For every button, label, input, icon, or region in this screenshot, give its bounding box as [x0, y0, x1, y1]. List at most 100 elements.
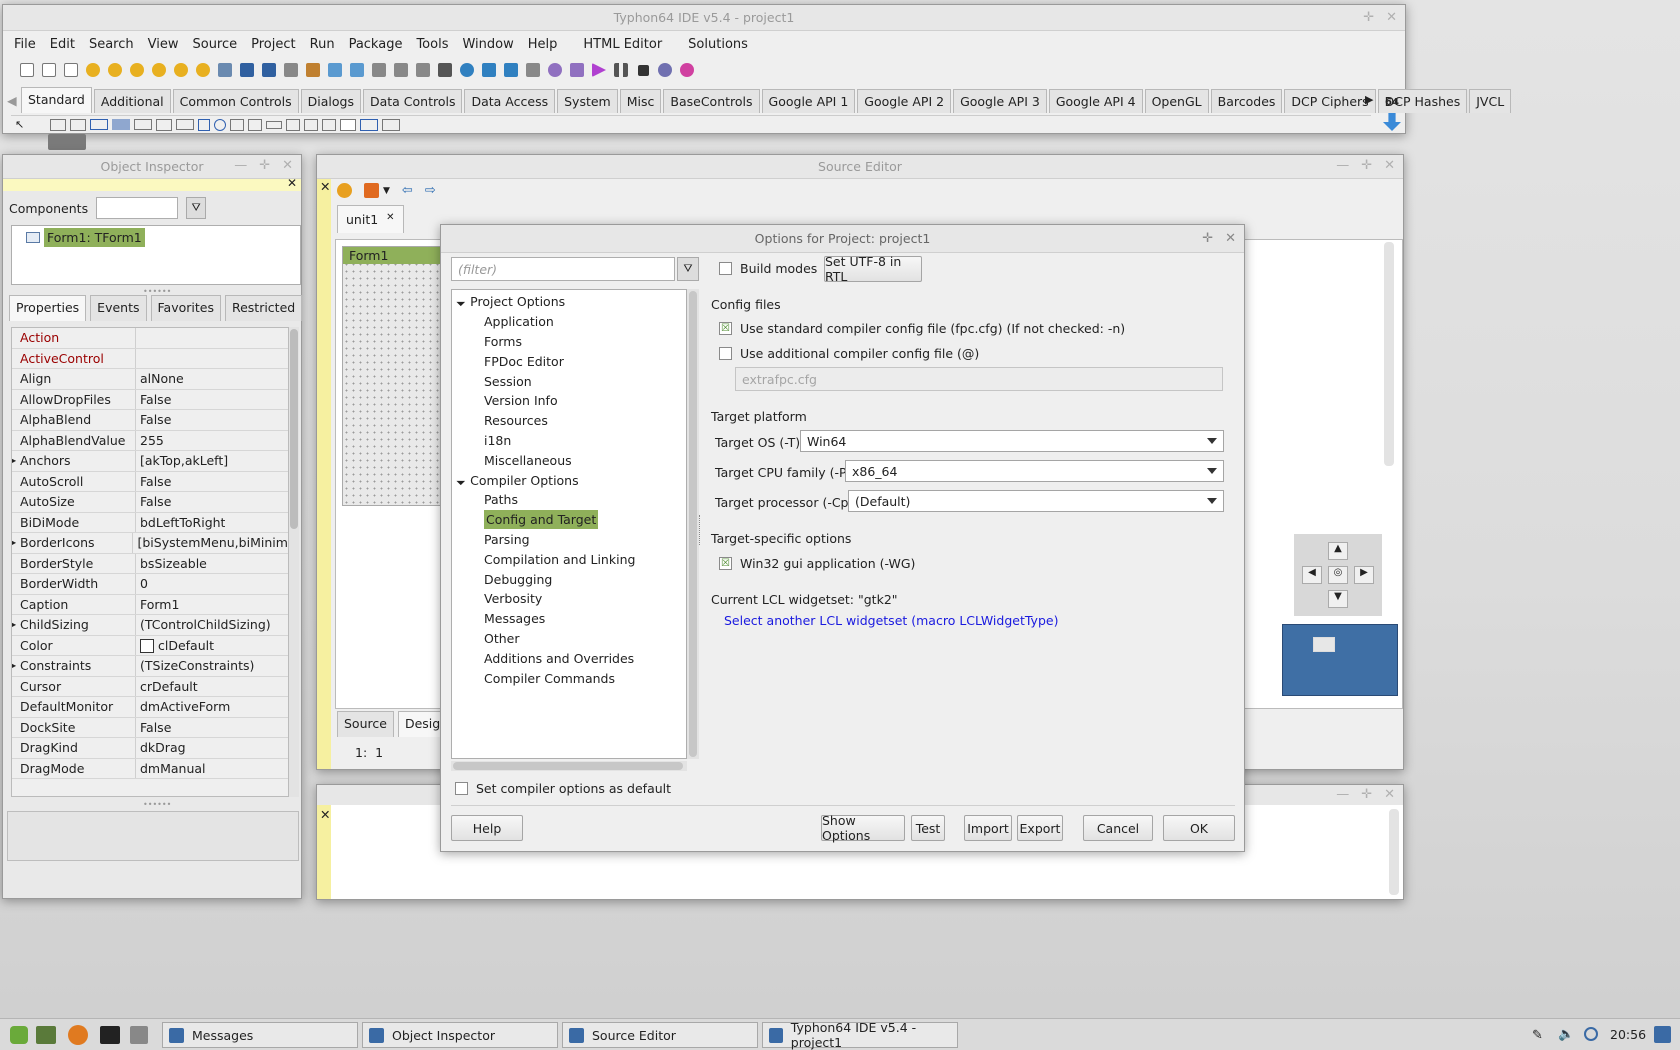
tree-item[interactable]: Compiler Commands: [452, 668, 686, 688]
property-row[interactable]: DragMode dmManual: [12, 758, 288, 779]
show-options-button[interactable]: Show Options: [821, 813, 905, 843]
edit-component-icon[interactable]: [134, 119, 153, 130]
tree-item[interactable]: Version Info: [452, 391, 686, 411]
property-value[interactable]: bdLeftToRight: [136, 515, 225, 530]
splitter-grip[interactable]: [699, 515, 702, 545]
menu-solutions[interactable]: Solutions: [681, 37, 755, 52]
property-value[interactable]: dkDrag: [136, 740, 186, 755]
palette-tab-google-api-2[interactable]: Google API 2: [857, 89, 952, 113]
set-utf8-button[interactable]: Set UTF-8 in RTL: [824, 254, 922, 284]
volume-icon[interactable]: 🔈: [1558, 1027, 1574, 1042]
build-mode-icon[interactable]: [457, 61, 477, 79]
property-row[interactable]: ▶Anchors[akTop,akLeft]: [12, 451, 288, 472]
palette-tab-common-controls[interactable]: Common Controls: [172, 89, 299, 113]
close-icon[interactable]: ✕: [282, 158, 293, 173]
toggle-component-icon[interactable]: [176, 119, 195, 130]
cancel-button[interactable]: Cancel: [1083, 815, 1153, 841]
build-icon[interactable]: [435, 61, 455, 79]
package-graph-icon[interactable]: [171, 61, 191, 79]
center-icon[interactable]: ◎: [1328, 566, 1348, 584]
tab-properties[interactable]: Properties: [9, 295, 87, 321]
use-standard-config-checkbox[interactable]: ☒ Use standard compiler config file (fpc…: [719, 321, 1125, 336]
palette-tab-google-api-3[interactable]: Google API 3: [953, 89, 1047, 113]
dropdown-arrow-icon[interactable]: ▼: [383, 186, 390, 196]
splitter-grip[interactable]: ••••••: [143, 800, 171, 809]
pause-icon[interactable]: [611, 61, 631, 79]
jump-back-icon[interactable]: ⇦: [402, 183, 413, 198]
property-value[interactable]: clDefault: [136, 638, 214, 653]
property-row[interactable]: DragKind dkDrag: [12, 738, 288, 759]
components-filter-input[interactable]: [96, 197, 179, 219]
tree-item[interactable]: Session: [452, 371, 686, 391]
tree-item[interactable]: Config and Target: [452, 510, 686, 530]
property-value[interactable]: False: [136, 494, 171, 509]
palette-tab-standard[interactable]: Standard: [21, 87, 92, 113]
property-value[interactable]: False: [136, 392, 171, 407]
popup-menu-component-icon[interactable]: [70, 118, 87, 131]
tab-events[interactable]: Events: [90, 295, 147, 321]
build-modes-checkbox[interactable]: Build modes: [719, 261, 817, 276]
arrow-left-icon[interactable]: ◀: [1302, 566, 1322, 584]
tree-item[interactable]: Debugging: [452, 569, 686, 589]
tools-icon[interactable]: [523, 61, 543, 79]
tree-item[interactable]: Additions and Overrides: [452, 648, 686, 668]
tree-item[interactable]: Miscellaneous: [452, 450, 686, 470]
palette-tab-misc[interactable]: Misc: [619, 89, 662, 113]
property-value[interactable]: dmActiveForm: [136, 699, 230, 714]
jump-icon[interactable]: [501, 61, 521, 79]
menu-run[interactable]: Run: [303, 37, 342, 52]
groupbox-component-icon[interactable]: [286, 118, 301, 131]
arrow-down-icon[interactable]: ▼: [1328, 590, 1348, 608]
step-over-icon[interactable]: [677, 61, 697, 79]
files-icon[interactable]: [130, 1026, 148, 1044]
open-recent-icon[interactable]: [215, 61, 235, 79]
bookmark-icon[interactable]: [364, 183, 379, 198]
property-row[interactable]: AllowDropFiles False: [12, 389, 288, 410]
property-row[interactable]: BorderStyle bsSizeable: [12, 553, 288, 574]
minimize-icon[interactable]: —: [234, 158, 247, 173]
radio-component-icon[interactable]: [214, 118, 227, 131]
set-default-checkbox[interactable]: Set compiler options as default: [455, 781, 671, 796]
new-unit-icon[interactable]: [61, 61, 81, 79]
palette-tab-jvcl[interactable]: JVCL: [1469, 89, 1512, 113]
palette-tab-google-api-4[interactable]: Google API 4: [1048, 89, 1143, 113]
test-button[interactable]: Test: [911, 815, 945, 841]
collapse-icon[interactable]: ◢: [456, 297, 467, 308]
property-row[interactable]: AlphaBlend False: [12, 410, 288, 431]
task-messages[interactable]: Messages: [162, 1022, 358, 1048]
combobox-component-icon[interactable]: [248, 118, 263, 131]
tree-item[interactable]: Forms: [452, 332, 686, 352]
tree-item[interactable]: Verbosity: [452, 589, 686, 609]
expand-icon[interactable]: ▶: [12, 538, 16, 547]
task-source-editor[interactable]: Source Editor: [562, 1022, 758, 1048]
maximize-icon[interactable]: ✛: [1363, 10, 1374, 25]
close-icon[interactable]: ✕: [1225, 231, 1236, 246]
property-value[interactable]: [biSystemMenu,biMinimi: [133, 535, 288, 550]
import-button[interactable]: Import: [964, 815, 1012, 841]
property-row[interactable]: Caption Form1: [12, 594, 288, 615]
close-icon[interactable]: ✕: [320, 179, 330, 194]
property-row[interactable]: Action: [12, 328, 288, 349]
palette-tab-data-controls[interactable]: Data Controls: [362, 89, 463, 113]
use-additional-config-checkbox[interactable]: Use additional compiler config file (@): [719, 346, 979, 361]
expand-icon[interactable]: ▶: [12, 456, 16, 465]
property-row[interactable]: DockSite False: [12, 717, 288, 738]
palette-tab-opengl[interactable]: OpenGL: [1144, 89, 1209, 113]
palette-scroll-right-icon[interactable]: ▶: [1365, 93, 1373, 106]
options-tree-vscroll[interactable]: [687, 289, 699, 759]
tree-item[interactable]: FPDoc Editor: [452, 351, 686, 371]
pen-icon[interactable]: ✎: [1532, 1028, 1543, 1043]
compile-icon[interactable]: [479, 61, 499, 79]
firefox-icon[interactable]: [68, 1025, 88, 1045]
checkbox-component-icon[interactable]: [198, 118, 211, 131]
export-button[interactable]: Export: [1017, 815, 1063, 841]
tab-source[interactable]: Source: [337, 711, 394, 737]
property-row[interactable]: BiDiMode bdLeftToRight: [12, 512, 288, 533]
package-list-icon[interactable]: [193, 61, 213, 79]
property-row[interactable]: AlphaBlendValue 255: [12, 430, 288, 451]
maximize-icon[interactable]: ✛: [1202, 231, 1213, 246]
menu-window[interactable]: Window: [455, 37, 520, 52]
tree-group[interactable]: ◢ Project Options: [452, 292, 686, 312]
settings-icon[interactable]: [545, 61, 565, 79]
save-icon[interactable]: [237, 61, 257, 79]
